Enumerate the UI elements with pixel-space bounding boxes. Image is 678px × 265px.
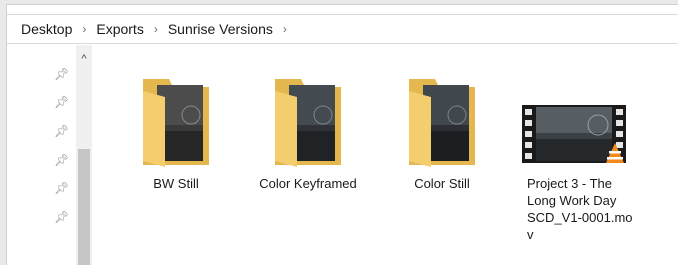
breadcrumb-separator-icon[interactable]: › bbox=[277, 22, 293, 36]
scroll-thumb[interactable] bbox=[78, 149, 90, 265]
breadcrumb-desktop[interactable]: Desktop bbox=[17, 21, 76, 37]
breadcrumb-separator-icon[interactable]: › bbox=[76, 22, 92, 36]
pin-icon[interactable]: 📌︎ bbox=[54, 210, 69, 224]
video-file-icon bbox=[522, 105, 626, 163]
file-name-line-1: Project 3 - The bbox=[527, 176, 613, 191]
explorer-window: Desktop › Exports › Sunrise Versions › 📌… bbox=[6, 4, 678, 265]
file-name: Color Keyframed bbox=[259, 176, 357, 191]
file-name-line-2: Long Work Day bbox=[527, 193, 617, 208]
file-name: Project 3 - The Long Work Day SCD_V1-000… bbox=[509, 175, 639, 243]
scroll-up-icon[interactable]: ^ bbox=[76, 51, 92, 67]
folder-icon bbox=[275, 79, 341, 167]
breadcrumb: Desktop › Exports › Sunrise Versions › bbox=[7, 14, 678, 44]
folder-icon bbox=[143, 79, 209, 167]
file-item-bw-still[interactable]: BW Still bbox=[111, 71, 241, 192]
navigation-pane: 📌︎ 📌︎ 📌︎ 📌︎ 📌︎ 📌︎ ^ bbox=[7, 45, 97, 265]
file-name-line-4: v bbox=[527, 227, 534, 242]
file-item-color-still[interactable]: Color Still bbox=[377, 71, 507, 192]
file-name-line-3: SCD_V1-0001.mo bbox=[527, 210, 633, 225]
file-item-color-keyframed[interactable]: Color Keyframed bbox=[243, 71, 373, 192]
breadcrumb-sunrise-versions[interactable]: Sunrise Versions bbox=[164, 21, 277, 37]
pin-icon[interactable]: 📌︎ bbox=[54, 95, 69, 109]
breadcrumb-separator-icon[interactable]: › bbox=[148, 22, 164, 36]
pin-icon[interactable]: 📌︎ bbox=[54, 124, 69, 138]
file-item-project-3-video[interactable]: Project 3 - The Long Work Day SCD_V1-000… bbox=[509, 71, 639, 243]
file-name: Color Still bbox=[414, 176, 470, 191]
folder-icon bbox=[409, 79, 475, 167]
breadcrumb-exports[interactable]: Exports bbox=[92, 21, 147, 37]
nav-scrollbar[interactable]: ^ bbox=[76, 45, 92, 265]
pin-icon[interactable]: 📌︎ bbox=[54, 153, 69, 167]
pin-icon[interactable]: 📌︎ bbox=[54, 67, 69, 81]
pin-icon[interactable]: 📌︎ bbox=[54, 181, 69, 195]
file-name: BW Still bbox=[153, 176, 199, 191]
file-list: BW Still Color Keyframed Color Still Pro… bbox=[97, 45, 678, 265]
